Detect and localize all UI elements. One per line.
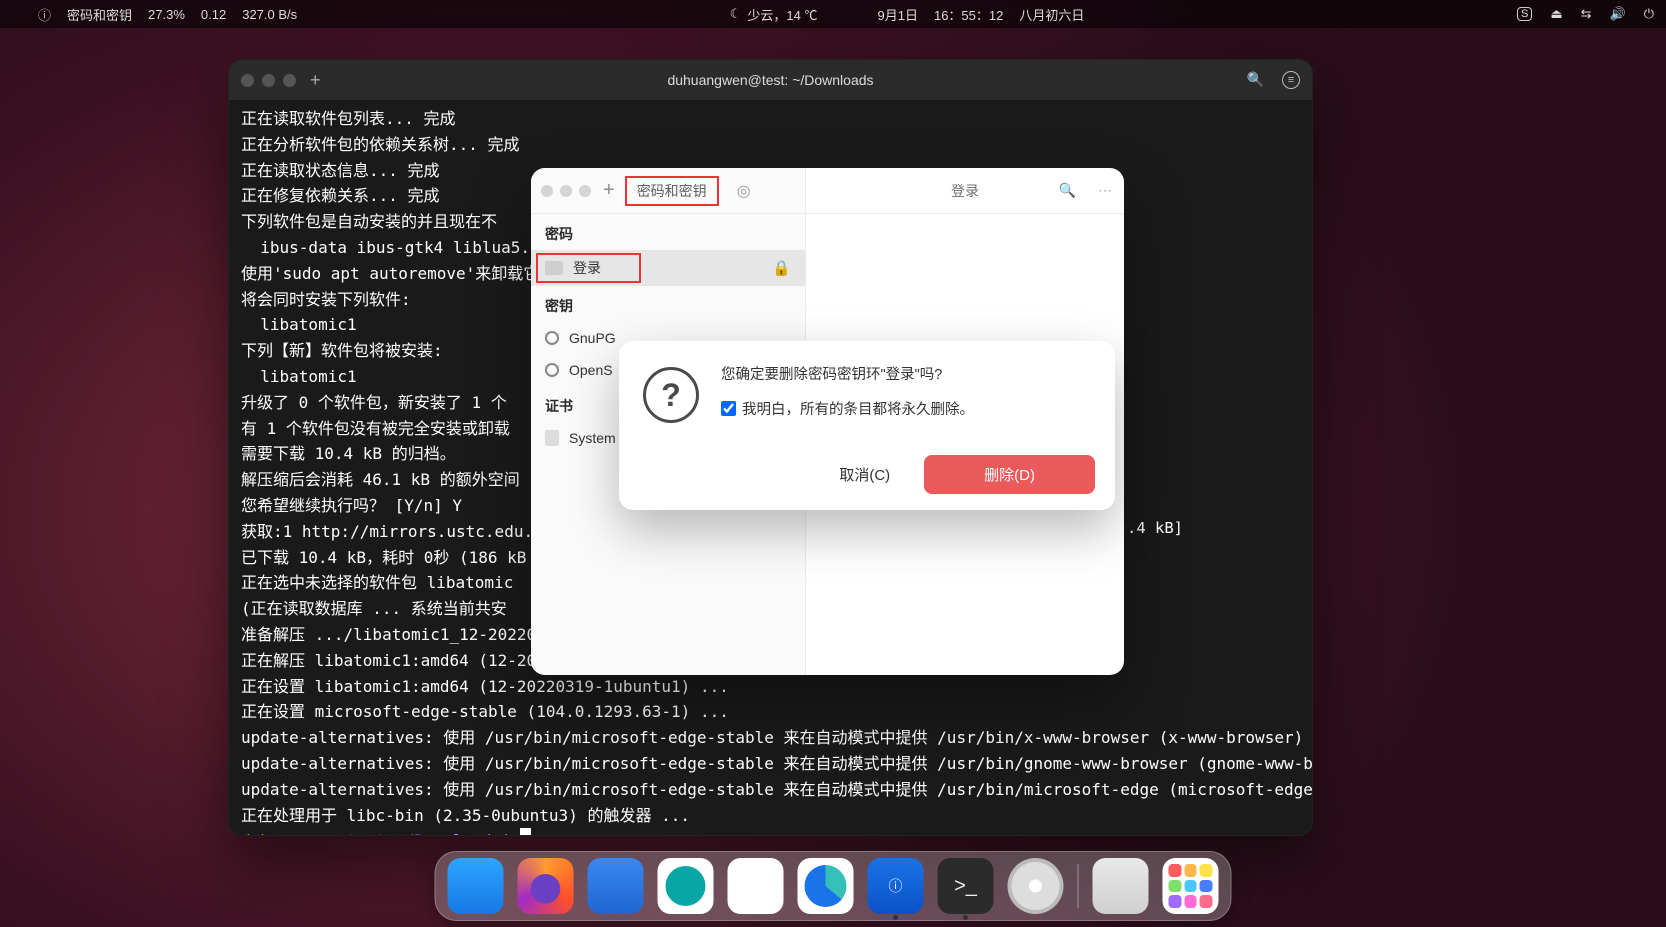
key-icon [545, 363, 559, 377]
sidebar-item-label: System [569, 430, 616, 446]
term-line: 升级了 0 个软件包，新安装了 1 个 [241, 393, 507, 412]
cat-passwords: 密码 [531, 214, 805, 250]
dock: ⓘ >_ [435, 851, 1232, 921]
dock-disc-icon[interactable] [1008, 858, 1064, 914]
dock-separator [1078, 864, 1079, 908]
view-options-icon[interactable]: ◎ [737, 181, 751, 201]
cursor [520, 828, 531, 836]
search-icon[interactable]: 🔍 [1247, 71, 1264, 89]
term-line: 需要下载 10.4 kB 的归档。 [241, 444, 456, 463]
dock-settings-icon[interactable] [728, 858, 784, 914]
tray-input-icon[interactable]: S [1517, 7, 1532, 21]
term-line: 准备解压 .../libatomic1_12-20220 [241, 625, 536, 644]
seahorse-title: 密码和密钥 [625, 176, 719, 206]
term-line: 正在处理用于 libc-bin (2.35-0ubuntu3) 的触发器 ... [241, 806, 690, 825]
cat-keys: 密钥 [531, 286, 805, 322]
checkbox-text: 我明白，所有的条目都将永久删除。 [742, 398, 974, 419]
terminal-peek-text: .4 kB] [1127, 519, 1183, 537]
menubar-net: 327.0 B/s [242, 7, 297, 22]
volume-icon[interactable]: 🔊 [1610, 6, 1626, 22]
term-line: 正在读取软件包列表... 完成 [241, 109, 456, 128]
lock-icon[interactable]: 🔒 [772, 259, 791, 277]
menubar-date[interactable]: 9月1日 [878, 5, 918, 24]
app-indicator-icon[interactable]: ⓘ [38, 5, 51, 24]
delete-button[interactable]: 删除(D) [924, 455, 1095, 494]
sidebar-item-label: 登录 [573, 258, 601, 278]
maximize-icon[interactable] [579, 185, 591, 197]
menubar-weather[interactable]: ☾ 少云，14 ℃ [730, 5, 818, 24]
terminal-titlebar[interactable]: + duhuangwen@test: ~/Downloads 🔍 ≡ [229, 60, 1312, 100]
menubar-time: 16：55：12 [934, 5, 1003, 24]
term-line: update-alternatives: 使用 /usr/bin/microso… [241, 780, 1313, 799]
cert-icon [545, 430, 559, 446]
term-line: 下列软件包是自动安装的并且现在不 [241, 212, 497, 231]
term-line: 正在修复依赖关系... 完成 [241, 186, 440, 205]
tray-sync-icon[interactable]: ⇆ [1581, 6, 1592, 22]
term-line: libatomic1 [241, 367, 357, 386]
dialog-question: 您确定要删除密码密钥环"登录"吗? [721, 363, 1095, 384]
confirm-checkbox-label[interactable]: 我明白，所有的条目都将永久删除。 [721, 398, 1095, 419]
eject-icon[interactable]: ⏏ [1550, 6, 1562, 22]
term-line: libatomic1 [241, 315, 357, 334]
search-icon[interactable]: 🔍 [1059, 182, 1076, 199]
dock-edge-icon[interactable] [798, 858, 854, 914]
term-line: (正在读取数据库 ... 系统当前共安 [241, 599, 507, 618]
sidebar-item-login[interactable]: 登录 🔒 [531, 250, 805, 286]
confirm-checkbox[interactable] [721, 401, 736, 416]
dock-trash-icon[interactable] [1093, 858, 1149, 914]
dock-software-icon[interactable] [588, 858, 644, 914]
add-button[interactable]: + [603, 179, 615, 202]
menubar-app-name[interactable]: 密码和密钥 [67, 5, 132, 24]
close-icon[interactable] [541, 185, 553, 197]
terminal-title: duhuangwen@test: ~/Downloads [229, 72, 1312, 88]
key-icon [545, 331, 559, 345]
confirm-dialog: ? 您确定要删除密码密钥环"登录"吗? 我明白，所有的条目都将永久删除。 取消(… [619, 341, 1115, 510]
sidebar-item-label: GnuPG [569, 330, 616, 346]
question-icon: ? [643, 367, 699, 423]
term-line: 正在设置 microsoft-edge-stable (104.0.1293.6… [241, 702, 729, 721]
dock-pw-glyph: ⓘ [889, 876, 903, 896]
term-line: 正在解压 libatomic1:amd64 (12-20 [241, 651, 536, 670]
moon-icon: ☾ [730, 6, 742, 22]
term-line: 使用'sudo apt autoremove'来卸载它 [241, 264, 539, 283]
dock-files-icon[interactable] [448, 858, 504, 914]
dock-terminal-icon[interactable]: >_ [938, 858, 994, 914]
term-line: 已下载 10.4 kB，耗时 0秒 (186 kB [241, 548, 526, 567]
dock-passwords-icon[interactable]: ⓘ [868, 858, 924, 914]
term-line: update-alternatives: 使用 /usr/bin/microso… [241, 728, 1303, 747]
cancel-button[interactable]: 取消(C) [821, 456, 908, 493]
menu-icon[interactable]: ≡ [1282, 71, 1300, 89]
seahorse-right-title: 登录 [951, 181, 979, 201]
term-line: 正在设置 libatomic1:amd64 (12-20220319-1ubun… [241, 677, 729, 696]
minimize-icon[interactable] [560, 185, 572, 197]
term-line: update-alternatives: 使用 /usr/bin/microso… [241, 754, 1313, 773]
term-line: 解压缩后会消耗 46.1 kB 的额外空间 [241, 470, 520, 489]
term-line: 下列【新】软件包将被安装: [241, 341, 443, 360]
term-line: 将会同时安装下列软件: [241, 290, 411, 309]
sidebar-item-label: OpenS [569, 362, 613, 378]
dock-apps-icon[interactable] [1163, 858, 1219, 914]
dock-firefox-icon[interactable] [518, 858, 574, 914]
term-line: 获取:1 http://mirrors.ustc.edu.c [241, 522, 543, 541]
folder-icon [545, 261, 563, 275]
term-line: 有 1 个软件包没有被完全安装或卸载 [241, 419, 510, 438]
menubar: ⓘ 密码和密钥 27.3% 0.12 327.0 B/s ☾ 少云，14 ℃ 9… [0, 0, 1666, 28]
dock-term-glyph: >_ [954, 875, 977, 898]
more-icon[interactable]: ⋯ [1098, 182, 1112, 199]
menubar-load: 0.12 [201, 7, 226, 22]
weather-text: 少云，14 ℃ [747, 5, 817, 24]
menubar-lunar: 八月初六日 [1019, 5, 1084, 24]
terminal-prompt[interactable]: duhuangwen@test:~/Downloads$ [241, 831, 531, 836]
term-line: 正在选中未选择的软件包 libatomic [241, 573, 513, 592]
dock-mail-icon[interactable] [658, 858, 714, 914]
power-icon[interactable]: ⏻ [1644, 6, 1654, 22]
term-line: 您希望继续执行吗？ [Y/n] Y [241, 496, 462, 515]
menubar-cpu: 27.3% [148, 7, 185, 22]
term-line: ibus-data ibus-gtk4 liblua5.3- [241, 238, 549, 257]
term-line: 正在分析软件包的依赖关系树... 完成 [241, 135, 520, 154]
term-line: 正在读取状态信息... 完成 [241, 161, 440, 180]
